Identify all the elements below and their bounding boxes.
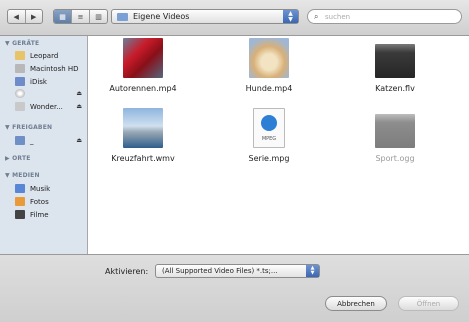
grid-icon: ▦: [59, 12, 66, 21]
hard-drive-icon: [15, 64, 25, 73]
file-type-value: (All Supported Video Files) *.ts;...: [162, 267, 278, 275]
file-name: Katzen.flv: [375, 84, 415, 93]
popup-arrows-icon: ▲ ▼: [306, 265, 319, 277]
toolbar: ◀ ▶ ▦ ≡ ▥ Eigene Videos ▲ ▼ ⌕: [0, 0, 469, 36]
list-icon: ≡: [77, 12, 84, 21]
sidebar-item-label: _: [30, 136, 34, 145]
disk-icon: [15, 51, 25, 60]
sidebar-item-idisk[interactable]: iDisk: [15, 76, 85, 87]
sidebar-item-optical-disc[interactable]: ⏏: [15, 88, 85, 99]
section-devices[interactable]: ▼ GERÄTE: [5, 40, 39, 47]
file-item: Sport.ogg: [340, 108, 450, 163]
file-name: Hunde.mp4: [245, 84, 293, 93]
section-places[interactable]: ▶ ORTE: [5, 155, 31, 162]
forward-button[interactable]: ▶: [26, 10, 43, 23]
location-popup[interactable]: Eigene Videos ▲ ▼: [111, 9, 299, 24]
video-thumbnail-icon: [375, 114, 415, 148]
search-input[interactable]: [325, 11, 455, 22]
icon-view-button[interactable]: ▦: [54, 10, 72, 23]
sidebar-item-label: Wonder...: [30, 102, 63, 111]
sidebar-item-leopard[interactable]: Leopard: [15, 50, 85, 61]
bottom-bar: Aktivieren: (All Supported Video Files) …: [0, 254, 469, 322]
forward-icon: ▶: [31, 12, 37, 21]
columns-icon: ▥: [95, 12, 102, 21]
activate-label: Aktivieren:: [105, 267, 149, 276]
file-type-select[interactable]: (All Supported Video Files) *.ts;... ▲ ▼: [155, 264, 320, 278]
file-browser: Autorennen.mp4 Hunde.mp4 Katzen.flv Kreu…: [88, 36, 469, 254]
sidebar-item-filme[interactable]: Filme: [15, 209, 85, 220]
back-icon: ◀: [13, 12, 19, 21]
video-thumbnail-icon: [375, 44, 415, 78]
file-item[interactable]: Kreuzfahrt.wmv: [88, 108, 198, 163]
list-view-button[interactable]: ≡: [72, 10, 90, 23]
file-name: Sport.ogg: [375, 154, 415, 163]
eject-icon[interactable]: ⏏: [76, 90, 82, 97]
music-icon: [15, 184, 25, 193]
section-shares[interactable]: ▼ FREIGABEN: [5, 124, 52, 131]
file-item[interactable]: MPEG Serie.mpg: [214, 108, 324, 163]
file-item[interactable]: Katzen.flv: [340, 38, 450, 93]
eject-icon[interactable]: ⏏: [76, 103, 82, 110]
open-button[interactable]: Öffnen: [398, 296, 459, 311]
cancel-button[interactable]: Abbrechen: [325, 296, 387, 311]
photos-icon: [15, 197, 25, 206]
mpeg-badge: MPEG: [261, 136, 277, 142]
sidebar-item-wonder[interactable]: Wonder... ⏏: [15, 101, 85, 112]
sidebar: ▼ GERÄTE Leopard Macintosh HD iDisk ⏏ Wo…: [0, 36, 88, 254]
search-field[interactable]: ⌕: [307, 9, 462, 24]
sidebar-item-shared[interactable]: _ ⏏: [15, 135, 85, 146]
view-mode-control: ▦ ≡ ▥: [53, 9, 108, 24]
location-label: Eigene Videos: [133, 12, 190, 21]
quicktime-icon: [261, 115, 277, 131]
video-thumbnail-icon: [123, 108, 163, 148]
sidebar-item-macintosh-hd[interactable]: Macintosh HD: [15, 63, 85, 74]
sidebar-item-label: Fotos: [30, 197, 49, 206]
video-thumbnail-icon: [249, 38, 289, 78]
folder-icon: [117, 13, 128, 21]
disc-icon: [15, 89, 25, 98]
file-name: Kreuzfahrt.wmv: [111, 154, 175, 163]
drive-icon: [15, 102, 25, 111]
back-button[interactable]: ◀: [8, 10, 26, 23]
eject-icon[interactable]: ⏏: [76, 137, 82, 144]
sidebar-item-label: Leopard: [30, 51, 59, 60]
column-view-button[interactable]: ▥: [90, 10, 107, 23]
sidebar-item-fotos[interactable]: Fotos: [15, 196, 85, 207]
network-computer-icon: [15, 136, 25, 145]
sidebar-item-label: Filme: [30, 210, 49, 219]
video-thumbnail-icon: [123, 38, 163, 78]
movies-icon: [15, 210, 25, 219]
sidebar-item-musik[interactable]: Musik: [15, 183, 85, 194]
mpeg-document-icon: MPEG: [253, 108, 285, 148]
search-icon: ⌕: [314, 12, 319, 21]
idisk-icon: [15, 77, 25, 86]
back-forward-control: ◀ ▶: [7, 9, 43, 24]
sidebar-item-label: iDisk: [30, 77, 47, 86]
file-item[interactable]: Autorennen.mp4: [88, 38, 198, 93]
file-name: Autorennen.mp4: [109, 84, 177, 93]
file-name: Serie.mpg: [248, 154, 290, 163]
sidebar-item-label: Macintosh HD: [30, 64, 79, 73]
sidebar-item-label: Musik: [30, 184, 51, 193]
section-media[interactable]: ▼ MEDIEN: [5, 172, 40, 179]
popup-arrows-icon: ▲ ▼: [283, 10, 298, 23]
file-item[interactable]: Hunde.mp4: [214, 38, 324, 93]
